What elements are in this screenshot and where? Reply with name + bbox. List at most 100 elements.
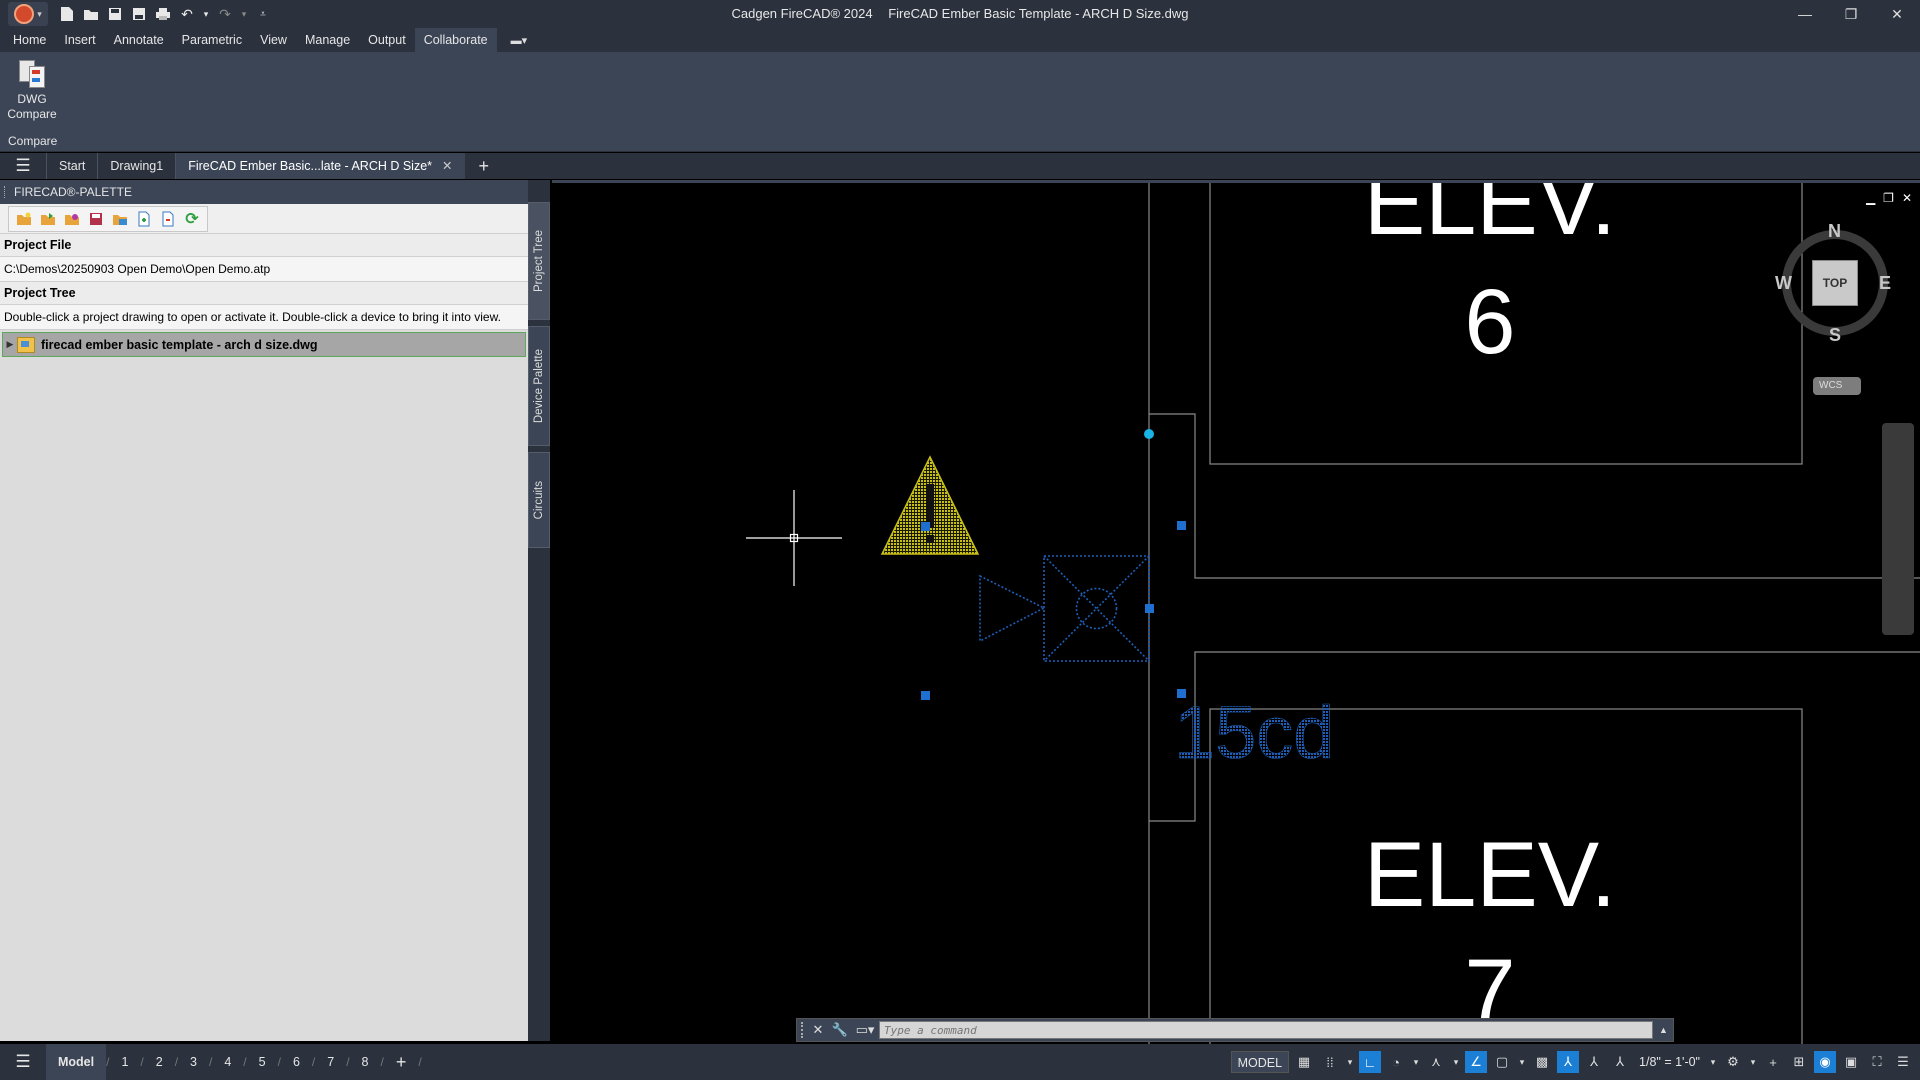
compass-east[interactable]: E	[1879, 273, 1891, 294]
model-space-toggle[interactable]: MODEL	[1230, 1051, 1290, 1073]
application-menu-button[interactable]: ▾	[8, 2, 48, 26]
viewport-restore-icon[interactable]: ❐	[1883, 191, 1894, 205]
isodraft-icon[interactable]: ⋏	[1425, 1051, 1447, 1073]
tree-item-drawing[interactable]: ▶ firecad ember basic template - arch d …	[2, 332, 526, 357]
hardware-acceleration-icon[interactable]: ▣	[1840, 1051, 1862, 1073]
tab-annotate[interactable]: Annotate	[105, 28, 173, 52]
tab-collaborate[interactable]: Collaborate	[414, 28, 497, 52]
layout-tab-3[interactable]: 3	[178, 1044, 209, 1080]
side-tab-circuits[interactable]: Circuits	[528, 452, 550, 548]
gear-icon[interactable]: ⚙	[1722, 1051, 1744, 1073]
annotation-scale[interactable]: 1/8" = 1'-0"	[1635, 1055, 1704, 1069]
customize-toolbar-icon[interactable]: ⩡	[254, 5, 272, 23]
workspace-dropdown-icon[interactable]: ▾	[1748, 1051, 1758, 1073]
plus-icon[interactable]: +	[1762, 1051, 1784, 1073]
strobe-device-icon[interactable]	[979, 555, 1150, 662]
viewport-close-icon[interactable]: ✕	[1902, 191, 1912, 205]
drawing-canvas[interactable]: ELEV. 6 ELEV. 7 15cd	[552, 183, 1920, 1044]
viewport-minimize-icon[interactable]: ▁	[1866, 191, 1875, 205]
side-tab-project-tree[interactable]: Project Tree	[528, 202, 550, 320]
layout-tab-model[interactable]: Model	[46, 1044, 107, 1080]
drag-grip-icon[interactable]	[4, 186, 7, 198]
save-project-icon[interactable]	[87, 210, 105, 228]
close-icon[interactable]: ✕	[1874, 0, 1920, 28]
scale-dropdown-icon[interactable]: ▾	[1708, 1051, 1718, 1073]
customization-menu-icon[interactable]: ☰	[1892, 1051, 1914, 1073]
layout-tab-6[interactable]: 6	[281, 1044, 312, 1080]
undo-icon[interactable]: ↶	[178, 5, 196, 23]
auto-scale-icon[interactable]: ⅄	[1583, 1051, 1605, 1073]
minimize-icon[interactable]: —	[1782, 0, 1828, 28]
customize-command-icon[interactable]: 🔧	[829, 1022, 851, 1038]
side-tab-device-palette[interactable]: Device Palette	[528, 326, 550, 446]
close-command-icon[interactable]: ✕	[807, 1022, 829, 1038]
tab-drawing1[interactable]: Drawing1	[97, 153, 175, 179]
layout-menu-icon[interactable]: ☰	[0, 1052, 46, 1072]
clean-screen-icon[interactable]: ⛶	[1866, 1051, 1888, 1073]
layout-tab-4[interactable]: 4	[212, 1044, 243, 1080]
tab-insert[interactable]: Insert	[55, 28, 104, 52]
layout-tab-7[interactable]: 7	[315, 1044, 346, 1080]
redo-dropdown-icon[interactable]: ▾	[240, 5, 248, 23]
tab-start[interactable]: Start	[46, 153, 97, 179]
redo-icon[interactable]: ↷	[216, 5, 234, 23]
compass-west[interactable]: W	[1775, 273, 1792, 294]
save-icon[interactable]	[106, 5, 124, 23]
object-snap-tracking-icon[interactable]: ∠	[1465, 1051, 1488, 1073]
new-icon[interactable]	[58, 5, 76, 23]
remove-drawing-icon[interactable]	[159, 210, 177, 228]
undo-dropdown-icon[interactable]: ▾	[202, 5, 210, 23]
osnap-dropdown-icon[interactable]: ▾	[1517, 1051, 1527, 1073]
polar-dropdown-icon[interactable]: ▾	[1411, 1051, 1421, 1073]
layout-tab-8[interactable]: 8	[350, 1044, 381, 1080]
units-icon[interactable]: ⊞	[1788, 1051, 1810, 1073]
isolate-objects-icon[interactable]: ◉	[1814, 1051, 1836, 1073]
drawing-viewport[interactable]: ELEV. 6 ELEV. 7 15cd ▁ ❐ ✕ TOP N S E W W…	[552, 180, 1920, 1044]
wcs-menu-button[interactable]: WCS	[1813, 377, 1861, 395]
tab-output[interactable]: Output	[359, 28, 415, 52]
annotation-scale-icon[interactable]: ⅄	[1609, 1051, 1631, 1073]
layout-tab-1[interactable]: 1	[109, 1044, 140, 1080]
transparency-icon[interactable]: ▩	[1531, 1051, 1553, 1073]
new-project-icon[interactable]	[15, 210, 33, 228]
tab-manage[interactable]: Manage	[296, 28, 359, 52]
dwg-compare-button[interactable]: DWG Compare	[4, 58, 60, 130]
close-project-icon[interactable]	[63, 210, 81, 228]
add-layout-button[interactable]: +	[384, 1044, 419, 1080]
polar-tracking-icon[interactable]: ◔	[1385, 1051, 1407, 1073]
refresh-icon[interactable]: ⟳	[183, 210, 201, 228]
tab-home[interactable]: Home	[4, 28, 55, 52]
ortho-icon[interactable]: ∟	[1359, 1051, 1382, 1073]
open-icon[interactable]	[82, 5, 100, 23]
layout-tab-5[interactable]: 5	[247, 1044, 278, 1080]
ribbon-display-toggle-icon[interactable]: ▬▾	[511, 34, 528, 47]
annotation-visibility-icon[interactable]: ⅄	[1557, 1051, 1580, 1073]
save-as-icon[interactable]	[130, 5, 148, 23]
command-input[interactable]	[879, 1021, 1653, 1039]
tab-parametric[interactable]: Parametric	[173, 28, 251, 52]
tab-view[interactable]: View	[251, 28, 296, 52]
new-tab-button[interactable]: +	[465, 156, 504, 177]
tab-active-drawing[interactable]: FireCAD Ember Basic...late - ARCH D Size…	[175, 153, 465, 179]
restore-icon[interactable]: ❐	[1828, 0, 1874, 28]
recent-commands-icon[interactable]: ▭▾	[851, 1022, 879, 1038]
project-properties-icon[interactable]	[111, 210, 129, 228]
grid-icon[interactable]: ▦	[1293, 1051, 1315, 1073]
device-label-15cd[interactable]: 15cd	[1174, 691, 1335, 775]
object-snap-icon[interactable]: ▢	[1491, 1051, 1513, 1073]
palette-header[interactable]: FIRECAD®-PALETTE	[0, 180, 528, 204]
print-icon[interactable]	[154, 5, 172, 23]
hamburger-menu-icon[interactable]: ☰	[0, 153, 46, 179]
open-project-icon[interactable]	[39, 210, 57, 228]
snap-dropdown-icon[interactable]: ▾	[1345, 1051, 1355, 1073]
add-drawing-icon[interactable]	[135, 210, 153, 228]
close-tab-icon[interactable]: ✕	[442, 159, 452, 173]
insertion-point-grip[interactable]	[1144, 429, 1154, 439]
layout-tab-2[interactable]: 2	[144, 1044, 175, 1080]
viewcube-top-face[interactable]: TOP	[1812, 260, 1858, 306]
expand-history-icon[interactable]: ▲	[1659, 1025, 1673, 1035]
compass-south[interactable]: S	[1829, 325, 1841, 346]
viewcube[interactable]: TOP N S E W	[1775, 221, 1893, 345]
iso-dropdown-icon[interactable]: ▾	[1451, 1051, 1461, 1073]
warning-icon[interactable]	[880, 455, 980, 555]
